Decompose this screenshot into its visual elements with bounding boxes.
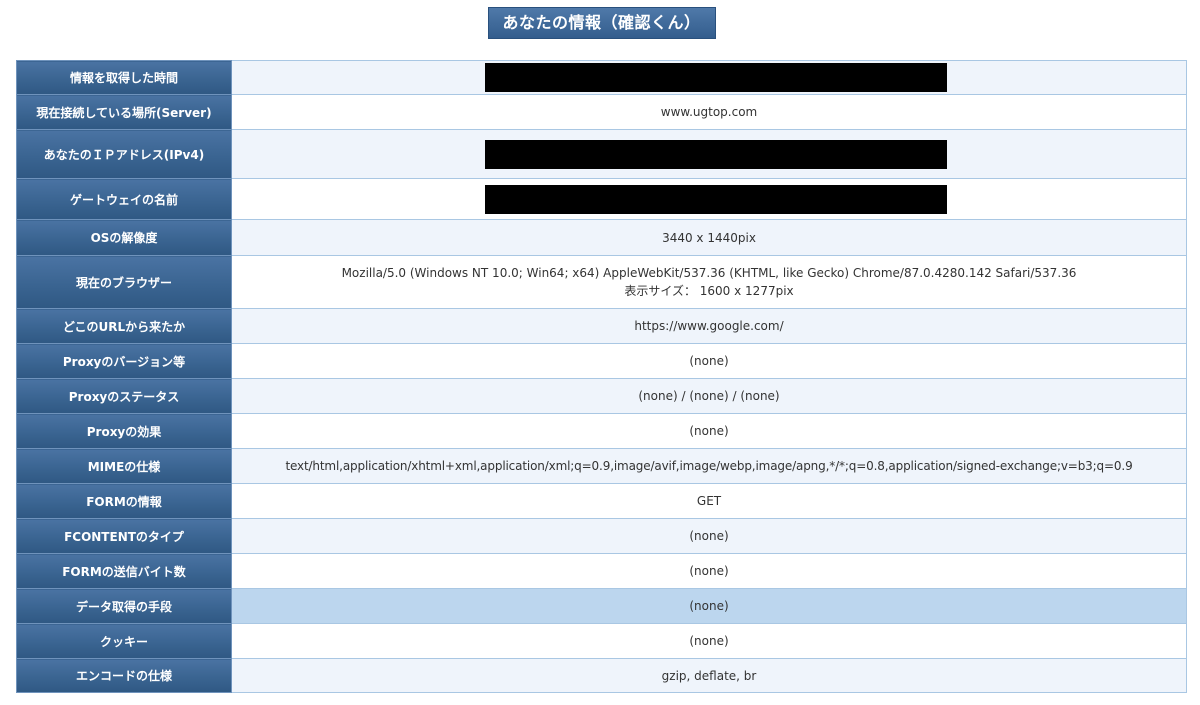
row-label-resolution: OSの解像度: [16, 219, 232, 256]
row-value-time: [231, 60, 1187, 95]
redaction-block: [485, 139, 947, 169]
row-value-proxy-effect: (none): [231, 413, 1187, 449]
row-label-browser: 現在のブラウザー: [16, 255, 232, 309]
row-label-method: データ取得の手段: [16, 588, 232, 624]
row-label-proxy-version: Proxyのバージョン等: [16, 343, 232, 379]
table-row: FCONTENTのタイプ (none): [16, 518, 1187, 554]
table-row: エンコードの仕様 gzip, deflate, br: [16, 658, 1187, 693]
row-label-form: FORMの情報: [16, 483, 232, 519]
table-row: あなたのＩＰアドレス(IPv4): [16, 129, 1187, 179]
row-label-referer: どこのURLから来たか: [16, 308, 232, 344]
row-label-server: 現在接続している場所(Server): [16, 94, 232, 130]
row-label-content-type: FCONTENTのタイプ: [16, 518, 232, 554]
table-row: OSの解像度 3440 x 1440pix: [16, 219, 1187, 256]
row-value-cookie: (none): [231, 623, 1187, 659]
info-table: 情報を取得した時間 現在接続している場所(Server) www.ugtop.c…: [16, 60, 1187, 693]
row-label-time: 情報を取得した時間: [16, 60, 232, 95]
table-row: FORMの情報 GET: [16, 483, 1187, 519]
redaction-block: [485, 63, 947, 92]
table-row: Proxyの効果 (none): [16, 413, 1187, 449]
row-label-mime: MIMEの仕様: [16, 448, 232, 484]
page-title: あなたの情報（確認くん）: [487, 7, 716, 39]
row-label-encoding: エンコードの仕様: [16, 658, 232, 693]
row-value-resolution: 3440 x 1440pix: [231, 219, 1187, 256]
browser-user-agent: Mozilla/5.0 (Windows NT 10.0; Win64; x64…: [341, 266, 1077, 280]
row-value-gateway: [231, 178, 1187, 220]
table-row: 現在のブラウザー Mozilla/5.0 (Windows NT 10.0; W…: [16, 255, 1187, 309]
row-label-gateway: ゲートウェイの名前: [16, 178, 232, 220]
browser-display-size: 表示サイズ： 1600 x 1277pix: [624, 284, 794, 298]
table-row: 現在接続している場所(Server) www.ugtop.com: [16, 94, 1187, 130]
table-row-highlighted: データ取得の手段 (none): [16, 588, 1187, 624]
row-label-form-bytes: FORMの送信バイト数: [16, 553, 232, 589]
row-value-referer: https://www.google.com/: [231, 308, 1187, 344]
row-label-cookie: クッキー: [16, 623, 232, 659]
row-value-form-bytes: (none): [231, 553, 1187, 589]
title-wrapper: あなたの情報（確認くん）: [0, 7, 1200, 39]
row-value-encoding: gzip, deflate, br: [231, 658, 1187, 693]
row-value-ip: [231, 129, 1187, 179]
table-row: 情報を取得した時間: [16, 60, 1187, 95]
table-row: ゲートウェイの名前: [16, 178, 1187, 220]
table-row: MIMEの仕様 text/html,application/xhtml+xml,…: [16, 448, 1187, 484]
redaction-block: [485, 184, 947, 214]
row-value-form: GET: [231, 483, 1187, 519]
row-label-proxy-effect: Proxyの効果: [16, 413, 232, 449]
row-value-method: (none): [231, 588, 1187, 624]
row-value-mime: text/html,application/xhtml+xml,applicat…: [231, 448, 1187, 484]
row-value-proxy-version: (none): [231, 343, 1187, 379]
row-value-server: www.ugtop.com: [231, 94, 1187, 130]
table-row: Proxyのステータス (none) / (none) / (none): [16, 378, 1187, 414]
table-row: FORMの送信バイト数 (none): [16, 553, 1187, 589]
table-row: クッキー (none): [16, 623, 1187, 659]
row-value-proxy-status: (none) / (none) / (none): [231, 378, 1187, 414]
row-value-browser: Mozilla/5.0 (Windows NT 10.0; Win64; x64…: [231, 255, 1187, 309]
row-label-ip: あなたのＩＰアドレス(IPv4): [16, 129, 232, 179]
row-label-proxy-status: Proxyのステータス: [16, 378, 232, 414]
row-value-content-type: (none): [231, 518, 1187, 554]
table-row: Proxyのバージョン等 (none): [16, 343, 1187, 379]
table-row: どこのURLから来たか https://www.google.com/: [16, 308, 1187, 344]
